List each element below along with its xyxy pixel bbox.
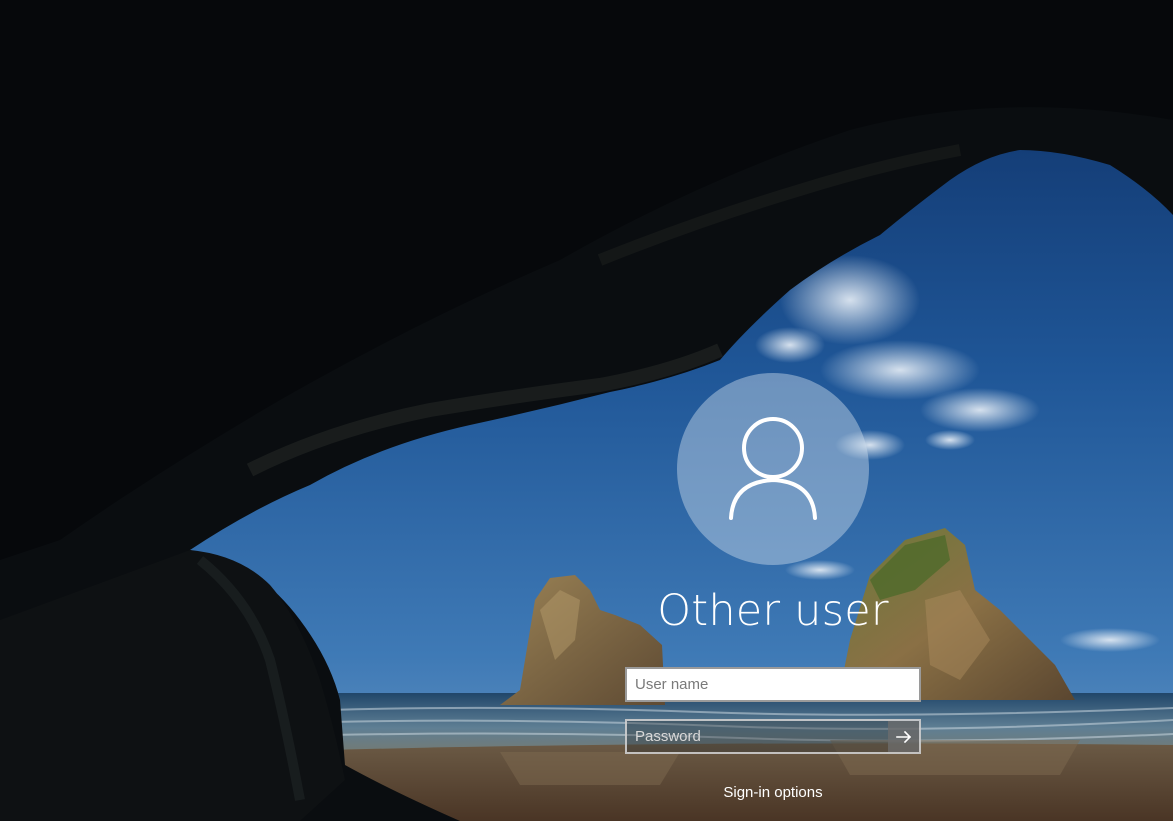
- background-wallpaper: [0, 0, 1173, 821]
- username-input[interactable]: [625, 667, 921, 702]
- user-display-name: Other user: [657, 586, 889, 636]
- arrow-right-icon: [895, 730, 911, 743]
- user-avatar: [677, 373, 869, 565]
- password-input[interactable]: [627, 721, 888, 752]
- submit-button[interactable]: [888, 721, 919, 752]
- password-field-container: [625, 719, 921, 754]
- lock-screen: Other user Sign-in options: [0, 0, 1173, 821]
- user-silhouette-icon: [729, 417, 817, 520]
- signin-options-link[interactable]: Sign-in options: [673, 783, 873, 803]
